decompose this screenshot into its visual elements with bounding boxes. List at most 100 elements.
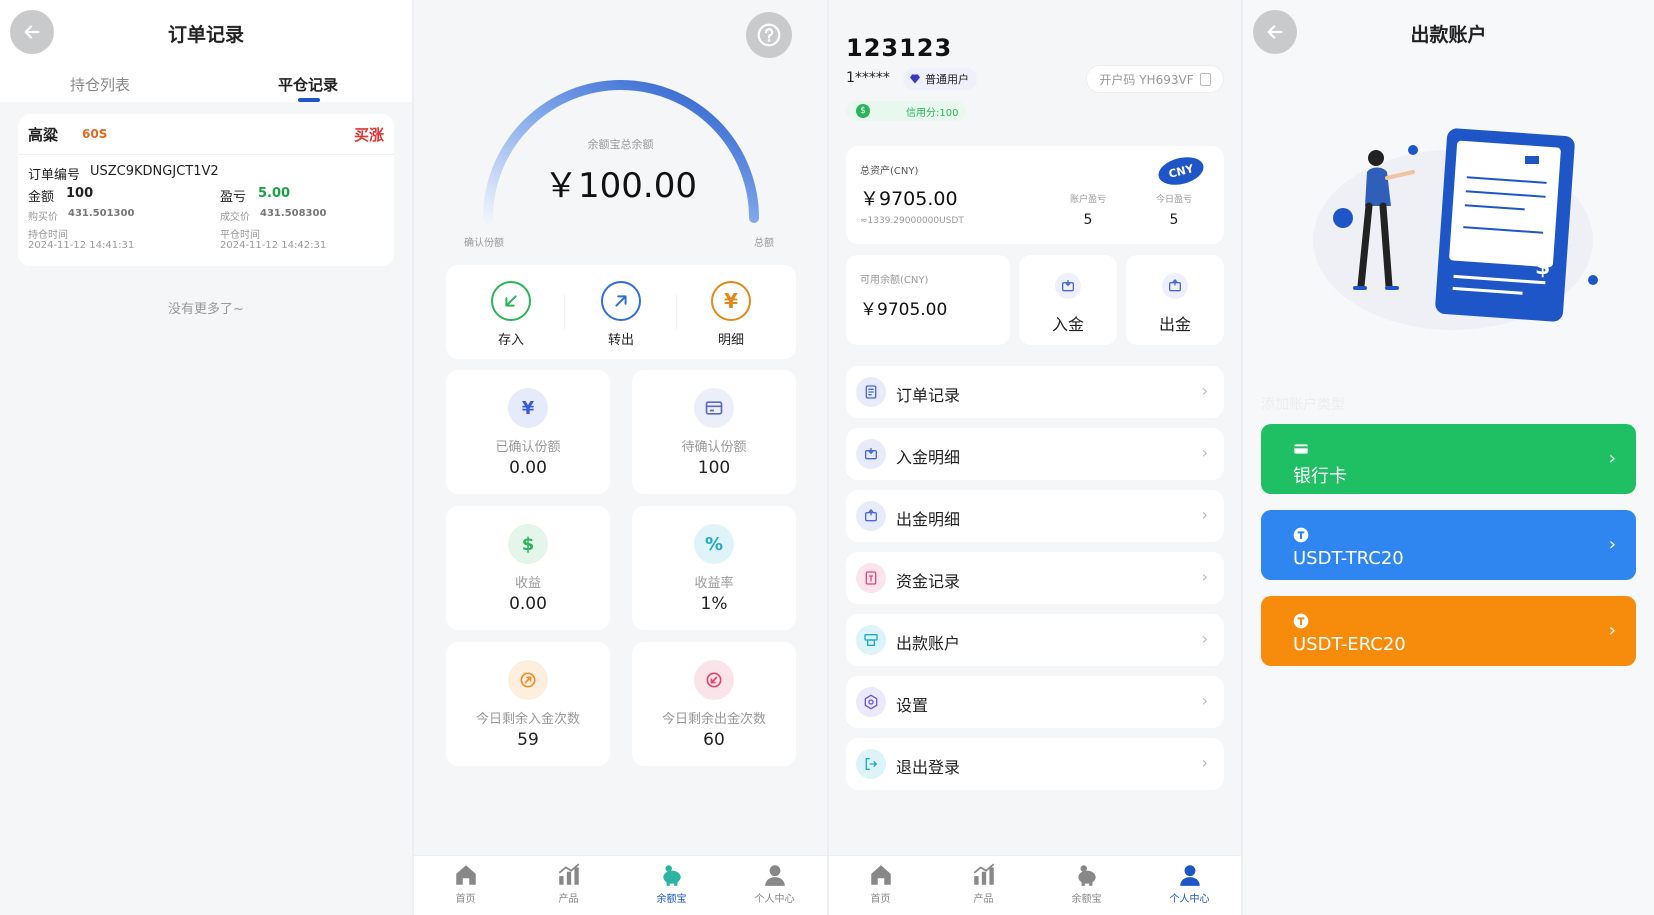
credit-score: $ 信用分:100 (846, 101, 966, 121)
no-more-text: 没有更多了~ (168, 302, 244, 317)
chevron-right-icon: › (1201, 629, 1208, 648)
gauge-right-label: 总额 (754, 238, 774, 249)
profile-screen: 123123 1***** 普通用户 $ 信用分:100 开户码 YH693VF… (829, 0, 1241, 915)
yen-coin-icon: ¥ (508, 388, 548, 428)
action-bar: 存入 转出 ¥ 明细 (446, 265, 796, 359)
account-label: USDT-TRC20 (1293, 548, 1404, 569)
svg-text:$: $ (1535, 255, 1550, 280)
account-pnl-value: 5 (1083, 212, 1093, 228)
piggy-bank-icon (1077, 865, 1096, 886)
stat-label: 待确认份额 (681, 440, 747, 455)
menu-withdraw-details[interactable]: 出金明细 › (846, 490, 1224, 542)
nav-balance-treasure[interactable]: 余额宝 (620, 862, 723, 905)
home-icon (455, 865, 476, 885)
copy-icon[interactable] (1199, 72, 1211, 86)
menu-logout[interactable]: 退出登录 › (846, 738, 1224, 790)
menu-payout-accounts[interactable]: 出款账户 › (846, 614, 1224, 666)
nav-home[interactable]: 首页 (414, 862, 517, 905)
total-assets-value: ￥9705.00 (860, 188, 958, 210)
home-icon (870, 865, 891, 885)
menu-label: 出金明细 (896, 510, 961, 529)
open-code[interactable]: 开户码 YH693VF (1086, 65, 1224, 93)
close-time-label: 平仓时间 (220, 230, 260, 241)
order-card[interactable]: 高粱 60S 买涨 订单编号 USZC9KDNGJCT1V2 金额 100 盈亏… (18, 114, 394, 266)
atm-icon (856, 625, 886, 655)
nav-products[interactable]: 产品 (932, 862, 1035, 905)
divider (564, 295, 565, 329)
deal-price-label: 成交价 (220, 212, 250, 223)
piggy-bank-icon (662, 865, 681, 886)
available-balance-card: 可用余额(CNY) ￥9705.00 (846, 255, 1010, 345)
amount-label: 金额 (28, 190, 55, 205)
period-badge: 60S (82, 127, 108, 141)
stat-confirmed-share: ¥ 已确认份额 0.00 (446, 370, 610, 494)
withdraw-button[interactable]: 出金 (1126, 255, 1224, 345)
chevron-right-icon: › (1608, 448, 1616, 469)
withdraw-count-icon (694, 660, 734, 700)
credit-icon: $ (856, 104, 870, 118)
nav-label: 个人中心 (754, 894, 795, 905)
divider (676, 295, 677, 329)
chart-icon (973, 863, 994, 885)
menu-deposit-details[interactable]: 入金明细 › (846, 428, 1224, 480)
buy-price-label: 购买价 (28, 212, 58, 223)
account-type-hint: 添加账户类型 (1261, 397, 1345, 413)
pnl-value: 5.00 (258, 186, 291, 201)
usdt-erc20-button[interactable]: USDT-ERC20 › (1261, 596, 1636, 666)
bottom-nav: 首页 产品 余额宝 个人中心 (414, 855, 827, 915)
product-name: 高粱 (28, 126, 59, 144)
details-action[interactable]: ¥ 明细 (686, 281, 776, 348)
withdraw-label: 出金 (1158, 315, 1191, 334)
menu-order-records[interactable]: 订单记录 › (846, 366, 1224, 418)
nav-label: 首页 (455, 894, 476, 905)
deposit-icon (856, 439, 886, 469)
page-title: 订单记录 (167, 24, 244, 46)
chevron-right-icon: › (1201, 505, 1208, 524)
open-code-text: 开户码 YH693VF (1099, 72, 1194, 87)
deposit-button[interactable]: 入金 (1019, 255, 1117, 345)
menu-fund-records[interactable]: 资金记录 › (846, 552, 1224, 604)
nav-label: 余额宝 (656, 894, 687, 905)
chevron-right-icon: › (1201, 753, 1208, 772)
stat-deposits-left: 今日剩余入金次数 59 (446, 642, 610, 766)
total-assets-label: 总资产(CNY) (860, 166, 919, 177)
tether-icon (1293, 613, 1309, 629)
deposit-action[interactable]: 存入 (466, 281, 556, 348)
nav-home[interactable]: 首页 (829, 862, 932, 905)
tab-closed-records[interactable]: 平仓记录 (278, 74, 338, 95)
order-records-screen: 订单记录 持仓列表 平仓记录 高粱 60S 买涨 订单编号 USZC9KDNGJ… (0, 0, 412, 915)
menu-label: 退出登录 (896, 758, 961, 777)
usdt-trc20-button[interactable]: USDT-TRC20 › (1261, 510, 1636, 580)
stat-label: 收益率 (694, 576, 734, 591)
transfer-out-action[interactable]: 转出 (576, 281, 666, 348)
nav-products[interactable]: 产品 (517, 862, 620, 905)
account-pnl-label: 账户盈亏 (1069, 195, 1106, 205)
total-assets-usdt: ≈1339.29000000USDT (860, 216, 964, 226)
nav-profile[interactable]: 个人中心 (1138, 862, 1241, 905)
stat-earnings: $ 收益 0.00 (446, 506, 610, 630)
action-label: 转出 (607, 333, 634, 348)
nav-label: 个人中心 (1169, 894, 1210, 905)
order-records-header: 订单记录 持仓列表 平仓记录 (0, 0, 412, 102)
menu-label: 设置 (896, 696, 929, 715)
level-text: 普通用户 (925, 73, 969, 86)
stat-pending-share: 待确认份额 100 (632, 370, 796, 494)
question-icon (757, 23, 781, 47)
chevron-right-icon: › (1201, 381, 1208, 400)
menu-settings[interactable]: 设置 › (846, 676, 1224, 728)
buy-price: 431.501300 (68, 208, 135, 219)
stat-yield-rate: % 收益率 1% (632, 506, 796, 630)
order-no-label: 订单编号 (28, 168, 81, 183)
nav-label: 产品 (558, 894, 579, 905)
masked-name: 1***** (846, 70, 890, 86)
tab-positions[interactable]: 持仓列表 (70, 74, 130, 95)
tab-indicator (298, 98, 320, 102)
nav-profile[interactable]: 个人中心 (723, 862, 826, 905)
account-label: 银行卡 (1293, 466, 1347, 487)
chevron-right-icon: › (1608, 534, 1616, 555)
bank-card-button[interactable]: 银行卡 › (1261, 424, 1636, 494)
open-time-label: 持仓时间 (28, 230, 68, 241)
stat-value: 0.00 (509, 458, 547, 478)
balance-treasure-screen: 余额宝总余额 ￥100.00 确认份额 总额 存入 转出 ¥ 明细 ¥ 已确认份… (414, 0, 827, 915)
nav-balance-treasure[interactable]: 余额宝 (1035, 862, 1138, 905)
